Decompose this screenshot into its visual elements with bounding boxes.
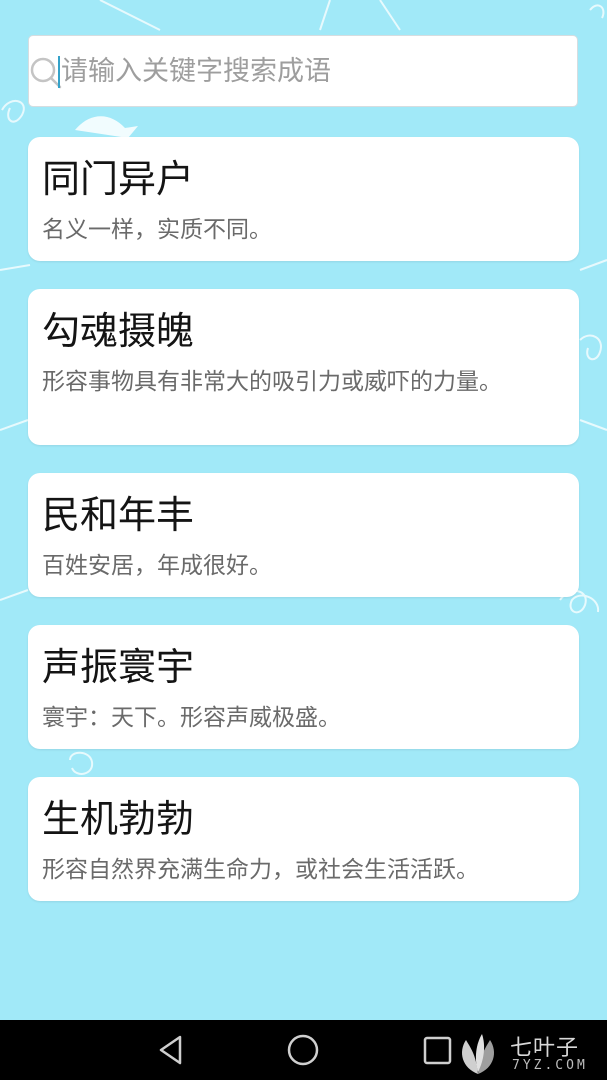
idiom-card[interactable]: 同门异户 名义一样，实质不同。 [28,137,579,261]
watermark: 七叶子 7YZ.COM [452,1028,602,1078]
watermark-domain: 7YZ.COM [512,1058,588,1073]
recents-square-icon[interactable] [420,1032,456,1068]
idiom-title: 生机勃勃 [42,797,195,841]
idiom-description: 名义一样，实质不同。 [42,217,272,243]
idiom-description: 寰宇：天下。形容声威极盛。 [42,705,341,731]
idiom-title: 声振寰宇 [42,645,195,689]
idiom-title: 同门异户 [42,157,195,201]
idiom-description: 形容自然界充满生命力，或社会生活活跃。 [42,857,479,883]
idiom-description: 形容事物具有非常大的吸引力或威吓的力量。 [42,369,502,395]
idiom-description: 百姓安居，年成很好。 [42,553,272,579]
leaf-logo-icon [462,1034,494,1074]
idiom-card[interactable]: 声振寰宇 寰宇：天下。形容声威极盛。 [28,625,579,749]
search-input[interactable] [61,36,561,106]
home-circle-icon[interactable] [285,1032,321,1068]
text-cursor [58,56,60,88]
idiom-title: 民和年丰 [42,493,195,537]
idiom-card[interactable]: 民和年丰 百姓安居，年成很好。 [28,473,579,597]
idiom-title: 勾魂摄魄 [42,309,195,353]
back-triangle-icon[interactable] [153,1032,189,1068]
idiom-card[interactable]: 勾魂摄魄 形容事物具有非常大的吸引力或威吓的力量。 [28,289,579,445]
idiom-card[interactable]: 生机勃勃 形容自然界充满生命力，或社会生活活跃。 [28,777,579,901]
search-bar[interactable] [28,35,578,107]
system-navigation-bar: 七叶子 7YZ.COM [0,1020,607,1080]
